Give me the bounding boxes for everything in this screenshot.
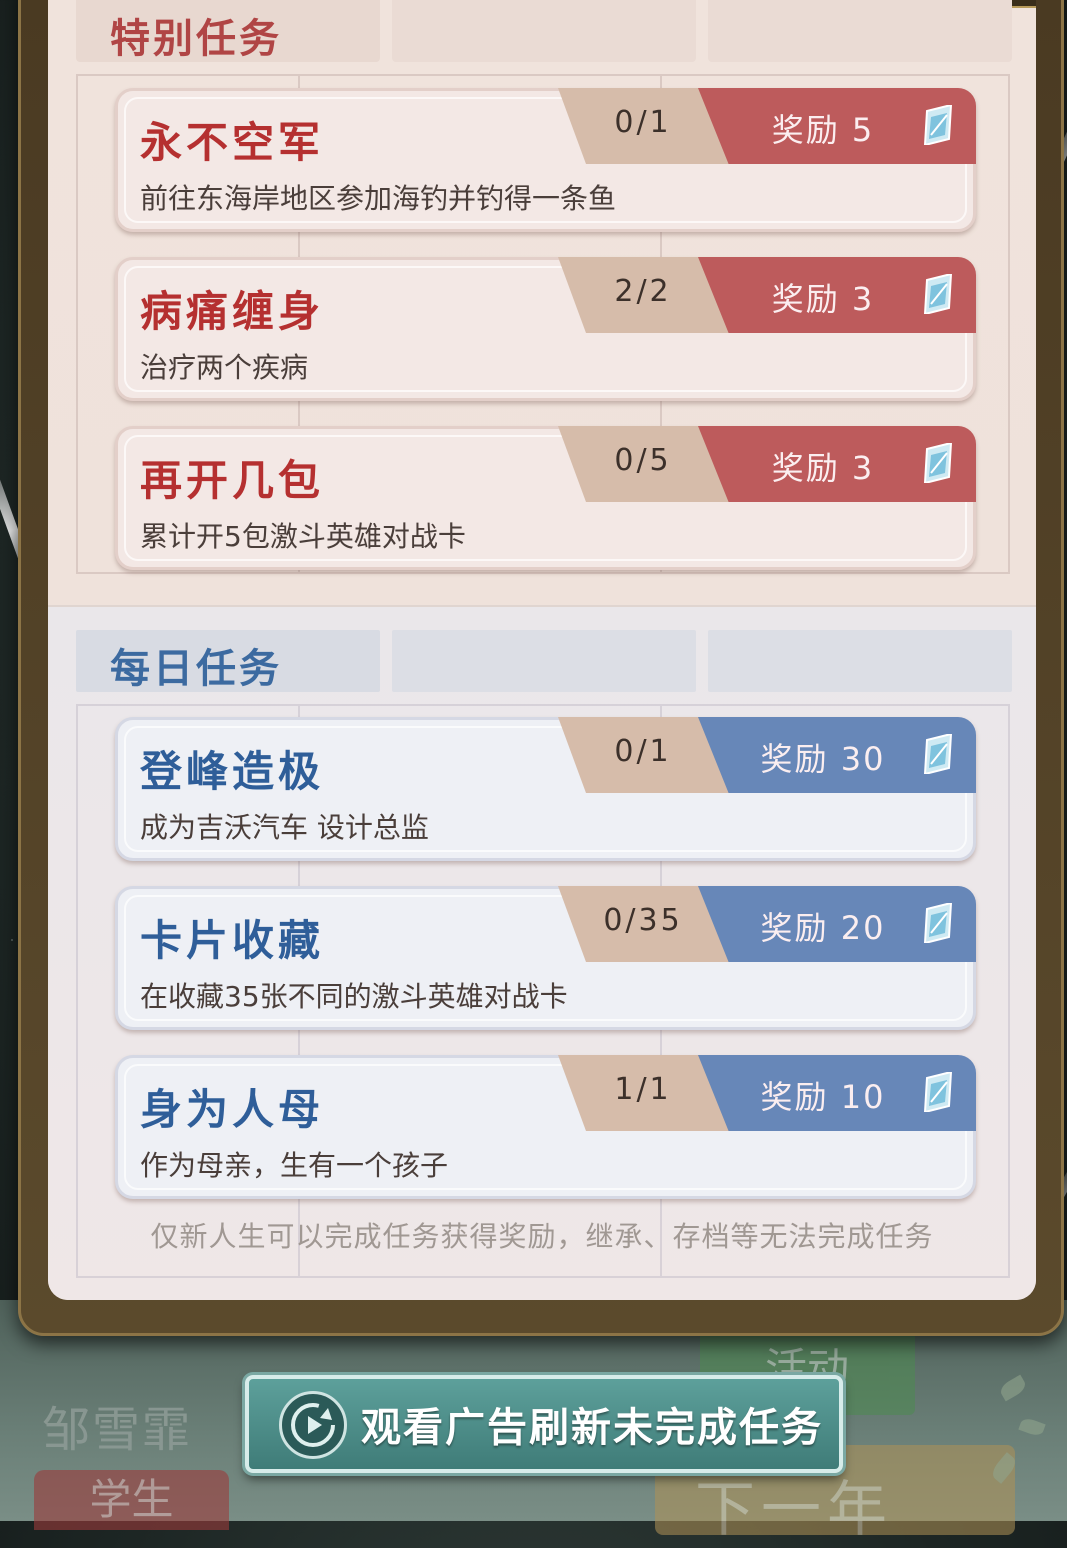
task-progress: 0/1 — [614, 105, 672, 140]
daily-task-card[interactable]: 登峰造极成为吉沃汽车 设计总监 0/1 奖励 30 — [115, 717, 976, 861]
watch-ad-refresh-label: 观看广告刷新未完成任务 — [361, 1404, 823, 1451]
task-reward: 奖励 30 — [760, 740, 886, 778]
daily-task-card[interactable]: 身为人母作为母亲，生有一个孩子 1/1 奖励 10 — [115, 1055, 976, 1199]
header-tab-blank — [708, 0, 1012, 62]
task-description: 前往东海岸地区参加海钓并钓得一条鱼 — [140, 182, 617, 215]
task-description: 累计开5包激斗英雄对战卡 — [140, 520, 466, 553]
watch-ad-refresh-button[interactable]: 观看广告刷新未完成任务 — [245, 1375, 843, 1473]
task-reward: 奖励 3 — [771, 280, 875, 318]
task-title: 身为人母 — [140, 1085, 325, 1134]
special-task-card[interactable]: 永不空军前往东海岸地区参加海钓并钓得一条鱼 0/1 奖励 5 — [115, 88, 976, 232]
task-reward: 奖励 3 — [771, 449, 875, 487]
task-progress: 0/1 — [614, 734, 672, 769]
diamond-icon — [923, 1070, 953, 1114]
task-title: 登峰造极 — [140, 747, 325, 796]
task-description: 作为母亲，生有一个孩子 — [140, 1149, 449, 1182]
task-progress: 0/35 — [603, 903, 683, 938]
task-reward: 奖励 10 — [760, 1078, 886, 1116]
task-title: 卡片收藏 — [140, 916, 325, 965]
character-name: 邹雪霏 — [42, 1402, 193, 1458]
task-progress: 1/1 — [614, 1072, 672, 1107]
task-title: 病痛缠身 — [140, 287, 325, 336]
footnote: 仅新人生可以完成任务获得奖励，继承、存档等无法完成任务 — [150, 1220, 934, 1253]
task-title: 永不空军 — [140, 118, 325, 167]
character-role-badge: 学生 — [34, 1470, 229, 1530]
special-task-card[interactable]: 病痛缠身治疗两个疾病 2/2 奖励 3 — [115, 257, 976, 401]
task-reward: 奖励 5 — [771, 111, 875, 149]
diamond-icon — [923, 272, 953, 316]
task-description: 治疗两个疾病 — [140, 351, 309, 384]
replay-icon — [279, 1391, 347, 1459]
header-tab-blank — [392, 0, 696, 62]
task-description: 在收藏35张不同的激斗英雄对战卡 — [140, 980, 568, 1013]
diamond-icon — [923, 901, 953, 945]
task-progress: 0/5 — [614, 443, 672, 478]
task-title: 再开几包 — [140, 456, 325, 505]
special-section-title: 特别任务 — [110, 15, 282, 62]
task-reward: 奖励 20 — [760, 909, 886, 947]
header-tab-blank — [392, 630, 696, 692]
daily-task-card[interactable]: 卡片收藏在收藏35张不同的激斗英雄对战卡 0/35 奖励 20 — [115, 886, 976, 1030]
special-task-card[interactable]: 再开几包累计开5包激斗英雄对战卡 0/5 奖励 3 — [115, 426, 976, 570]
task-description: 成为吉沃汽车 设计总监 — [140, 811, 429, 844]
diamond-icon — [923, 732, 953, 776]
character-role: 学生 — [89, 1475, 174, 1524]
next-year-label: 下一年 — [695, 1475, 893, 1545]
diamond-icon — [923, 441, 953, 485]
diamond-icon — [923, 103, 953, 147]
header-tab-blank — [708, 630, 1012, 692]
daily-section-title: 每日任务 — [110, 645, 282, 692]
task-progress: 2/2 — [614, 274, 672, 309]
